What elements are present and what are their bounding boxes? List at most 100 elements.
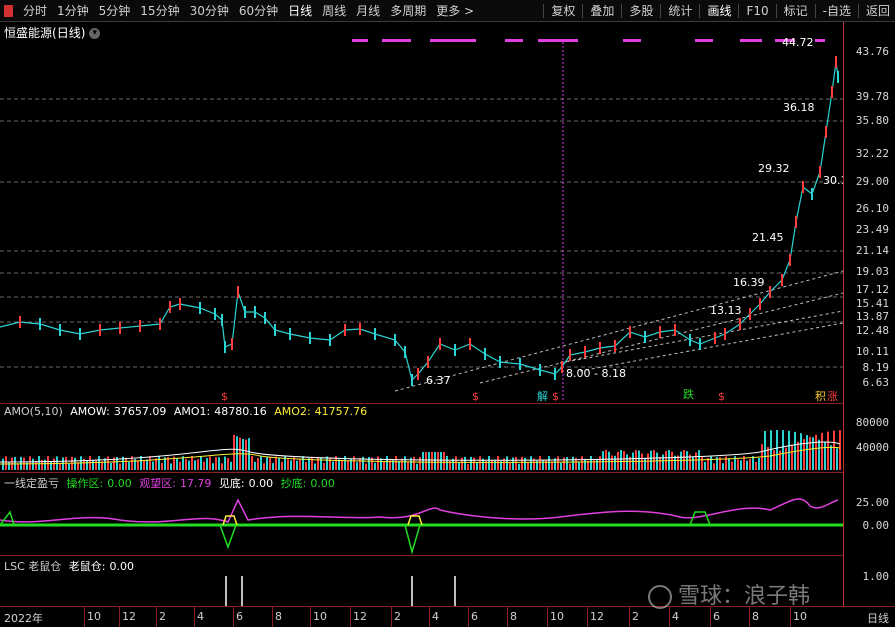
- overlay-button[interactable]: 叠加: [585, 0, 619, 22]
- indicator-axis-tick: 25.00: [855, 496, 889, 509]
- volume-bar: [770, 430, 772, 470]
- price-tick: 8.19: [862, 361, 890, 374]
- volume-bar: [74, 457, 76, 470]
- volume-bar: [740, 460, 742, 470]
- buy-value: 0.00: [310, 477, 335, 490]
- amo1-value: 48780.16: [214, 405, 267, 418]
- signal-marker: [623, 39, 641, 42]
- volume-bar: [374, 462, 376, 470]
- volume-bar: [662, 454, 664, 470]
- volume-bar: [53, 458, 55, 470]
- stock-title: 恒盛能源(日线) ▾: [4, 24, 101, 41]
- volume-bar: [185, 459, 187, 470]
- date-tick: 8: [275, 610, 282, 623]
- volume-bar: [233, 435, 235, 470]
- volume-bar: [209, 456, 211, 470]
- volume-bar: [509, 462, 511, 470]
- volume-bar: [467, 463, 469, 470]
- volume-bar: [545, 459, 547, 470]
- chevron-down-icon[interactable]: ▾: [89, 28, 101, 39]
- volume-bar: [644, 457, 646, 470]
- trend-line: [479, 292, 843, 384]
- volume-bar: [191, 456, 193, 470]
- date-tick: 10: [793, 610, 807, 623]
- signal-label-sell: $: [718, 390, 725, 403]
- flag-icon[interactable]: [0, 0, 18, 22]
- back-button[interactable]: 返回: [861, 0, 895, 22]
- volume-bar: [377, 456, 379, 470]
- signal-label-sell: $: [472, 390, 479, 403]
- volume-bar: [668, 450, 670, 470]
- date-divider: [194, 607, 195, 627]
- volume-bar: [641, 453, 643, 470]
- date-tick: 10: [550, 610, 564, 623]
- volume-bar: [47, 456, 49, 470]
- volume-bar: [599, 456, 601, 470]
- period-tab-more[interactable]: 更多 >: [431, 0, 479, 22]
- volume-bar: [224, 456, 226, 470]
- draw-line-button[interactable]: 画线: [702, 0, 736, 22]
- volume-bar: [305, 462, 307, 470]
- signal-marker: [505, 39, 523, 42]
- volume-bar: [623, 451, 625, 470]
- signal-label-rise: 涨: [827, 390, 838, 403]
- period-tab-weekly[interactable]: 周线: [317, 0, 351, 22]
- period-tab-5min[interactable]: 5分钟: [94, 0, 136, 22]
- volume-bar: [830, 445, 832, 470]
- volume-bar: [278, 458, 280, 470]
- mark-button[interactable]: 标记: [779, 0, 813, 22]
- indicator-axis-tick: 40000: [855, 441, 889, 454]
- volume-bar: [626, 454, 628, 470]
- price-tick: 10.11: [855, 345, 889, 358]
- stats-button[interactable]: 统计: [663, 0, 697, 22]
- kline-chart-area[interactable]: 44.72 36.18 29.32 30.1 21.45 16.39 13.13 6.37 8.…: [0, 22, 843, 606]
- f10-button[interactable]: F10: [741, 0, 773, 22]
- bottom-label: 见底:: [218, 477, 245, 490]
- volume-bar: [146, 459, 148, 470]
- panel-divider: [0, 403, 843, 404]
- volume-bar: [203, 461, 205, 470]
- profit-title: 一线定盈亏: [4, 477, 59, 490]
- period-tab-30min[interactable]: 30分钟: [185, 0, 234, 22]
- volume-bar: [590, 456, 592, 470]
- volume-bar: [341, 460, 343, 470]
- remove-watchlist-button[interactable]: -自选: [818, 0, 856, 22]
- adjust-button[interactable]: 复权: [546, 0, 580, 22]
- stock-name: 恒盛能源: [4, 26, 53, 40]
- volume-bar: [35, 461, 37, 470]
- trend-line: [559, 310, 843, 364]
- toolbar-divider: [857, 3, 859, 18]
- zone1-value: 0.00: [107, 477, 132, 490]
- period-tab-intraday[interactable]: 分时: [18, 0, 52, 22]
- volume-bar: [572, 456, 574, 470]
- date-axis-mode[interactable]: 日线: [867, 610, 889, 626]
- price-tick: 6.63: [862, 376, 890, 389]
- volume-bar: [782, 430, 784, 470]
- multi-stock-button[interactable]: 多股: [624, 0, 658, 22]
- volume-bar: [839, 430, 841, 470]
- period-tab-daily[interactable]: 日线: [283, 0, 317, 22]
- volume-bar: [38, 456, 40, 470]
- period-tab-1min[interactable]: 1分钟: [52, 0, 94, 22]
- volume-bar: [404, 456, 406, 470]
- toolbar-divider: [699, 3, 701, 18]
- volume-bar: [128, 462, 130, 470]
- volume-bar: [578, 462, 580, 470]
- volume-bar: [95, 459, 97, 470]
- volume-bar: [653, 450, 655, 470]
- period-tab-60min[interactable]: 60分钟: [234, 0, 283, 22]
- period-tab-multi[interactable]: 多周期: [385, 0, 431, 22]
- date-divider: [233, 607, 234, 627]
- volume-bar: [416, 463, 418, 470]
- volume-bar: [407, 462, 409, 470]
- period-tab-monthly[interactable]: 月线: [351, 0, 385, 22]
- price-tick: 29.00: [855, 175, 889, 188]
- date-tick: 2: [632, 610, 639, 623]
- period-tab-15min[interactable]: 15分钟: [135, 0, 184, 22]
- volume-bar: [50, 461, 52, 470]
- volume-bar: [314, 463, 316, 470]
- date-tick: 4: [197, 610, 204, 623]
- volume-bar: [212, 463, 214, 470]
- amo-title: AMO(5,10): [4, 405, 63, 418]
- volume-bar: [98, 456, 100, 470]
